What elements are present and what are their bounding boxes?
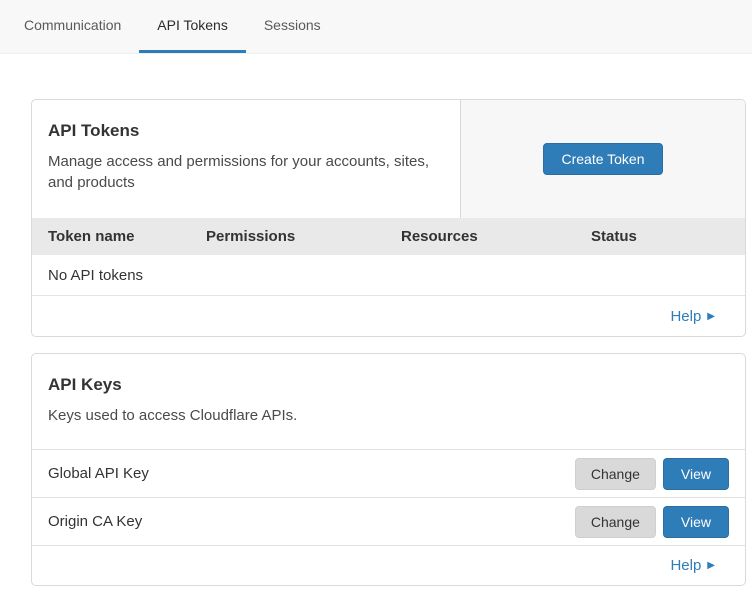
view-origin-ca-key-button[interactable]: View bbox=[663, 506, 729, 538]
api-keys-description: Keys used to access Cloudflare APIs. bbox=[48, 405, 729, 426]
tokens-empty-message: No API tokens bbox=[32, 255, 745, 296]
view-global-api-key-button[interactable]: View bbox=[663, 458, 729, 490]
api-keys-title: API Keys bbox=[48, 375, 729, 395]
api-tokens-card: API Tokens Manage access and permissions… bbox=[31, 99, 746, 337]
column-header-status: Status bbox=[591, 228, 745, 245]
key-row-origin-ca-key: Origin CA Key Change View bbox=[32, 497, 745, 545]
tokens-help-link[interactable]: Help ▶ bbox=[670, 308, 715, 325]
api-tokens-card-header: API Tokens Manage access and permissions… bbox=[32, 100, 745, 218]
key-actions: Change View bbox=[575, 458, 729, 490]
api-tokens-card-header-text: API Tokens Manage access and permissions… bbox=[32, 100, 460, 218]
key-row-global-api-key: Global API Key Change View bbox=[32, 449, 745, 497]
column-header-resources: Resources bbox=[401, 228, 591, 245]
create-token-button[interactable]: Create Token bbox=[543, 143, 662, 175]
keys-card-footer: Help ▶ bbox=[32, 545, 745, 585]
api-tokens-title: API Tokens bbox=[48, 121, 444, 141]
key-actions: Change View bbox=[575, 506, 729, 538]
api-keys-card: API Keys Keys used to access Cloudflare … bbox=[31, 353, 746, 586]
tab-api-tokens[interactable]: API Tokens bbox=[139, 0, 246, 53]
tab-communication[interactable]: Communication bbox=[6, 0, 139, 53]
tab-bar: Communication API Tokens Sessions bbox=[0, 0, 752, 54]
key-name-label: Origin CA Key bbox=[48, 513, 575, 530]
tokens-table-header: Token name Permissions Resources Status bbox=[32, 218, 745, 255]
change-global-api-key-button[interactable]: Change bbox=[575, 458, 656, 490]
help-arrow-icon: ▶ bbox=[707, 560, 715, 571]
change-origin-ca-key-button[interactable]: Change bbox=[575, 506, 656, 538]
tokens-card-footer: Help ▶ bbox=[32, 296, 745, 336]
column-header-token-name: Token name bbox=[32, 228, 206, 245]
api-keys-card-header: API Keys Keys used to access Cloudflare … bbox=[32, 354, 745, 449]
help-arrow-icon: ▶ bbox=[707, 311, 715, 322]
column-header-permissions: Permissions bbox=[206, 228, 401, 245]
page-content: API Tokens Manage access and permissions… bbox=[31, 99, 746, 586]
key-name-label: Global API Key bbox=[48, 465, 575, 482]
tab-sessions[interactable]: Sessions bbox=[246, 0, 339, 53]
keys-help-link[interactable]: Help ▶ bbox=[670, 557, 715, 574]
tokens-help-label: Help bbox=[670, 308, 701, 325]
keys-help-label: Help bbox=[670, 557, 701, 574]
api-tokens-description: Manage access and permissions for your a… bbox=[48, 151, 444, 193]
api-tokens-action-panel: Create Token bbox=[460, 100, 745, 218]
